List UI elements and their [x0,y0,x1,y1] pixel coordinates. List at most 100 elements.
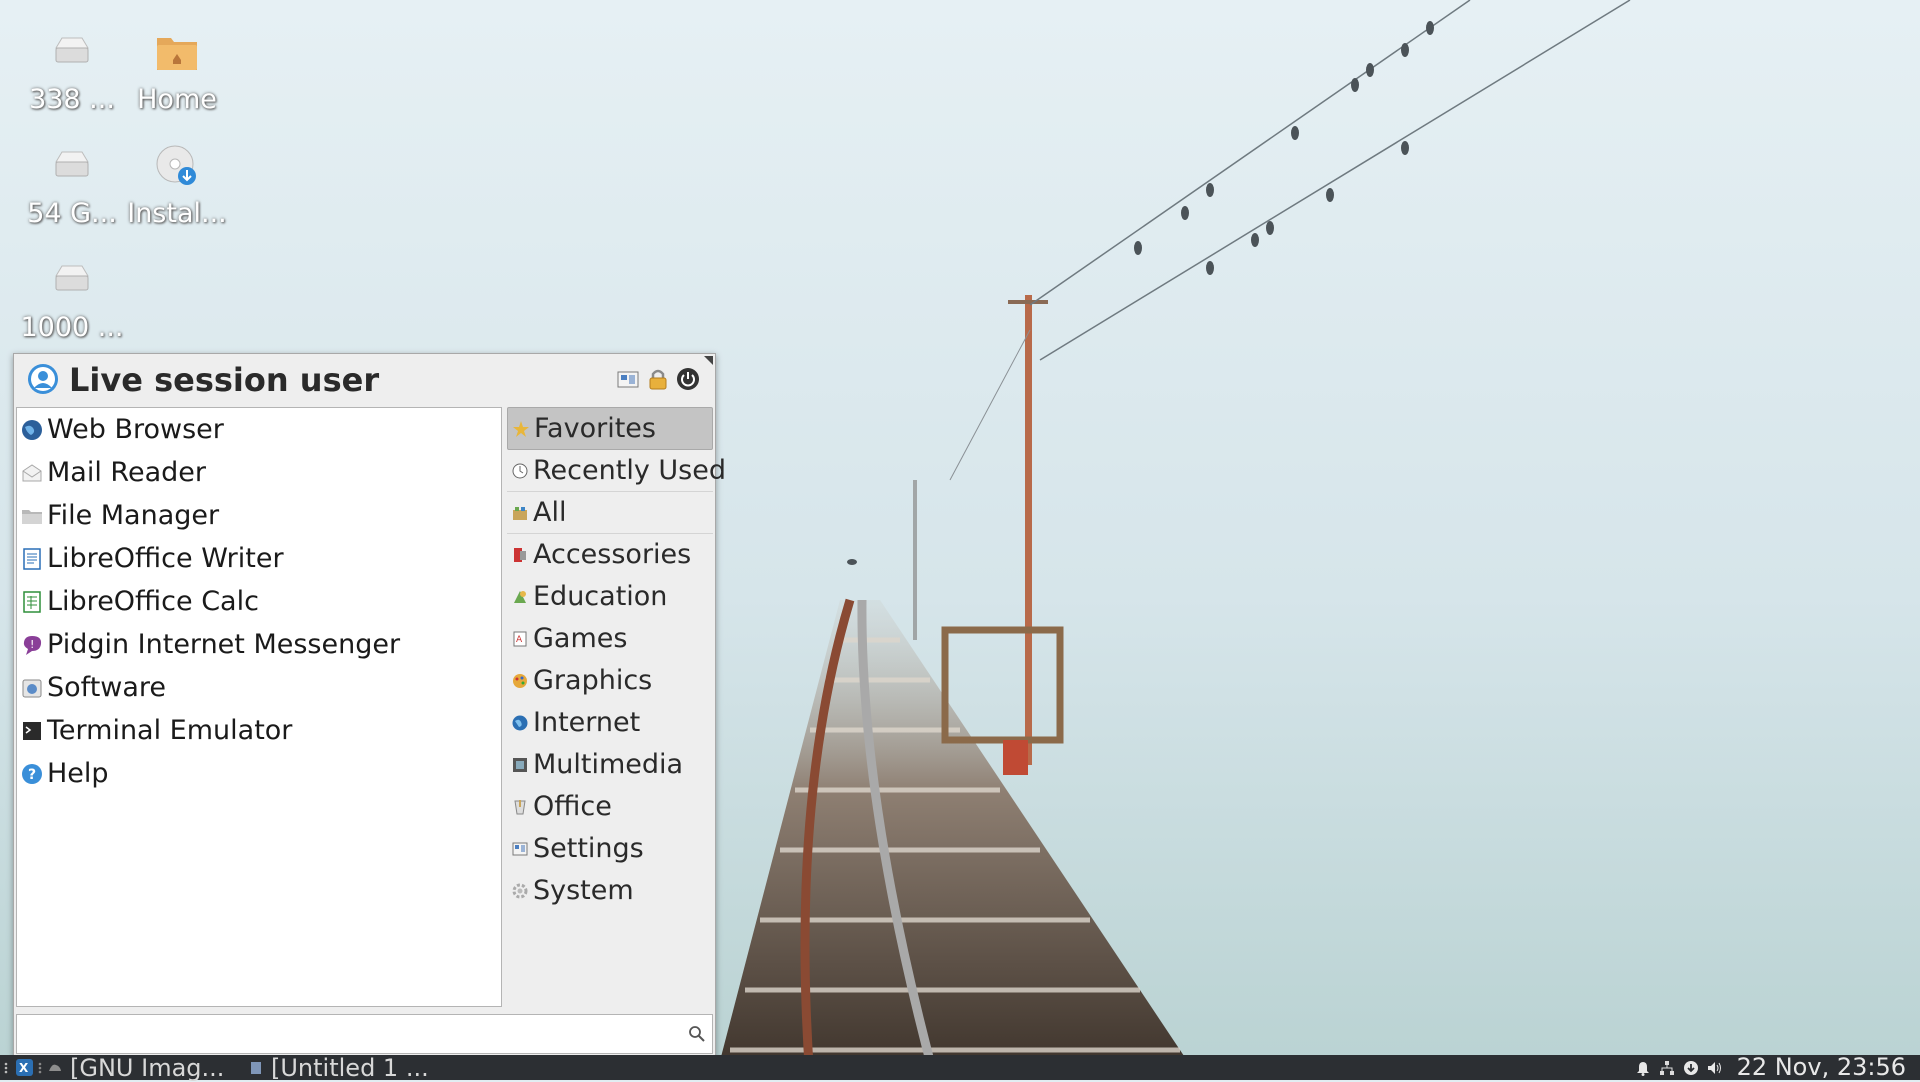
office-icon [514,799,526,814]
application-menu: Live session user Web Browser Mail Reade… [13,353,726,1059]
list-item[interactable]: Software [17,666,501,709]
network-icon[interactable] [1659,1060,1675,1076]
writer-icon [251,1061,261,1074]
list-item-label: Terminal Emulator [47,715,293,746]
svg-text:A: A [516,635,523,645]
list-item-label: Web Browser [47,414,224,445]
category-label: Settings [533,833,644,864]
category-all[interactable]: All [507,492,713,534]
category-graphics[interactable]: Graphics [507,660,713,702]
taskbar-task[interactable]: [GNU Imag... [48,1053,225,1082]
drive-icon [55,151,89,177]
clock[interactable]: 22 Nov, 23:56 [1737,1055,1906,1080]
star-icon [513,420,529,437]
list-item-label: Pidgin Internet Messenger [47,629,401,660]
desktop-icon-install[interactable]: Instal... [122,142,232,229]
category-office[interactable]: Office [507,786,713,828]
volume-icon[interactable] [1707,1060,1723,1076]
taskbar-task-label: [GNU Imag... [70,1053,225,1082]
taskbar-task[interactable]: [Untitled 1 ... [249,1054,429,1082]
list-item[interactable]: Mail Reader [17,451,501,494]
accessories-icon [514,547,526,562]
graphics-icon [513,673,527,688]
folder-icon [22,509,42,524]
settings-icon[interactable] [615,366,641,392]
search-icon[interactable] [688,1025,706,1043]
list-item-label: Help [47,758,109,789]
svg-text:!: ! [30,638,34,651]
drive-icon [55,265,89,291]
calc-icon [23,590,41,613]
category-label: Favorites [534,413,656,444]
list-item[interactable]: LibreOffice Calc [17,580,501,623]
menu-launcher-icon[interactable]: X [15,1058,34,1077]
desktop-icon-home[interactable]: Home [122,28,232,115]
list-item-label: File Manager [47,500,220,531]
search-field [16,1014,713,1054]
games-icon: A [513,631,527,646]
update-icon[interactable] [1683,1060,1699,1076]
user-avatar-icon [28,364,58,394]
category-label: Internet [533,707,641,738]
gimp-icon [49,1064,61,1071]
svg-text:X: X [19,1061,29,1075]
software-icon [22,679,42,697]
search-input[interactable] [21,1017,685,1051]
education-icon [514,590,526,603]
favorites-list: Web Browser Mail Reader File Manager Lib… [16,407,502,1007]
list-item[interactable]: LibreOffice Writer [17,537,501,580]
category-list: Favorites Recently Used All Accessories … [507,407,726,1005]
panel-handle-icon[interactable] [3,1061,9,1075]
install-disc-icon [156,145,196,185]
writer-icon [23,547,41,570]
desktop-icon-drive-1000[interactable]: 1000 ... [17,256,127,343]
list-item-label: Mail Reader [47,457,206,488]
menu-header: Live session user [14,354,715,404]
list-item[interactable]: File Manager [17,494,501,537]
category-settings[interactable]: Settings [507,828,713,870]
svg-text:?: ? [28,767,36,783]
list-item-label: LibreOffice Calc [47,586,259,617]
desktop-icon-label: Instal... [127,198,227,229]
list-item[interactable]: Web Browser [17,408,501,451]
category-multimedia[interactable]: Multimedia [507,744,713,786]
drive-icon [55,37,89,63]
power-icon[interactable] [675,366,701,392]
notification-bell-icon[interactable] [1635,1060,1651,1076]
desktop-icon-label: 338 ... [29,84,115,115]
lock-icon[interactable] [645,366,671,392]
globe-icon [22,419,42,440]
internet-icon [512,715,528,730]
category-label: All [533,497,567,528]
pidgin-icon: ! [23,635,42,655]
help-icon: ? [22,763,42,784]
list-item-label: LibreOffice Writer [47,543,284,574]
category-label: Accessories [533,539,692,570]
all-apps-icon [513,506,527,520]
category-label: Games [533,623,628,654]
category-internet[interactable]: Internet [507,702,713,744]
list-item-label: Software [47,672,167,703]
desktop-icon-label: Home [137,84,217,115]
desktop-icon-drive-54g[interactable]: 54 G... [17,142,127,229]
category-label: System [533,875,634,906]
taskbar: X [GNU Imag... [Untitled 1 ... 22 Nov, 2… [0,1053,1920,1082]
list-item[interactable]: ? Help [17,752,501,795]
category-accessories[interactable]: Accessories [507,534,713,576]
category-recently-used[interactable]: Recently Used [507,450,726,492]
desktop-icon-drive-338[interactable]: 338 ... [17,28,127,115]
desktop-icon-label: 54 G... [27,198,117,229]
home-folder-icon [157,38,197,70]
user-name: Live session user [69,361,380,399]
clock-icon [512,463,528,478]
list-item[interactable]: Terminal Emulator [17,709,501,752]
category-favorites[interactable]: Favorites [507,407,713,450]
category-games[interactable]: A Games [507,618,713,660]
list-item[interactable]: ! Pidgin Internet Messenger [17,623,501,666]
mail-icon [22,463,42,481]
category-system[interactable]: System [507,870,713,912]
multimedia-icon [513,757,527,772]
panel-separator-icon [38,1062,42,1074]
category-education[interactable]: Education [507,576,713,618]
category-label: Graphics [533,665,653,696]
